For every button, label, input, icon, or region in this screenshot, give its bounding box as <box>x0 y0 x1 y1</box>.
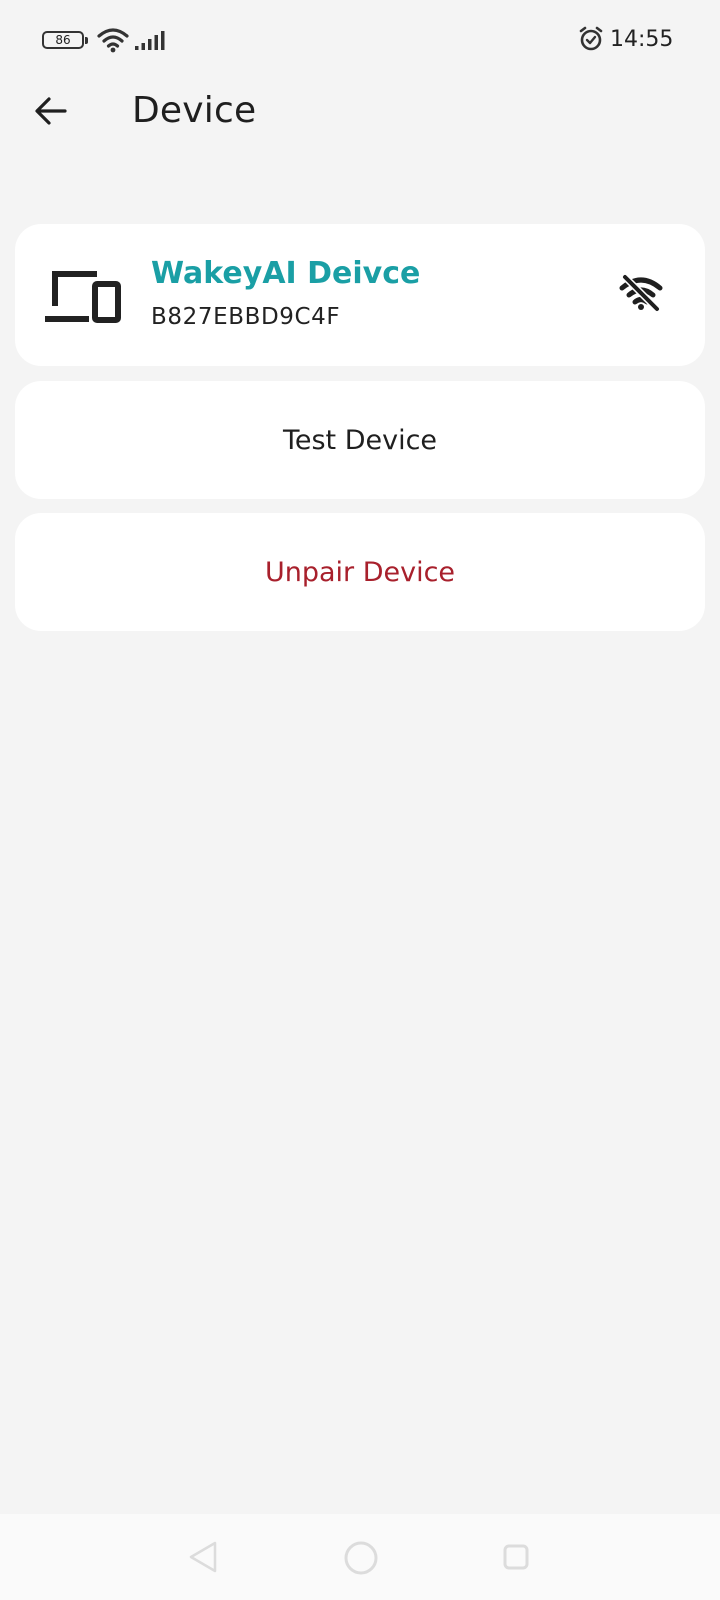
nav-back-icon[interactable] <box>188 1540 218 1574</box>
wifi-icon <box>97 28 129 53</box>
unpair-device-label: Unpair Device <box>264 556 456 588</box>
battery-level: 86 <box>55 33 71 47</box>
alarm-icon <box>579 26 603 51</box>
test-device-button[interactable]: Test Device <box>15 381 705 499</box>
nav-recents-icon[interactable] <box>503 1544 529 1570</box>
device-id: B827EBBD9C4F <box>151 304 341 330</box>
device-card: WakeyAI Deivce B827EBBD9C4F <box>15 224 705 366</box>
device-name: WakeyAI Deivce <box>151 256 421 291</box>
status-bar: 86 14:55 <box>0 0 720 84</box>
nav-home-icon[interactable] <box>343 1540 379 1576</box>
unpair-device-button[interactable]: Unpair Device <box>15 513 705 631</box>
back-button[interactable] <box>26 88 76 134</box>
page-title: Device <box>132 90 257 131</box>
status-time: 14:55 <box>610 27 674 52</box>
navigation-bar <box>0 1514 720 1600</box>
test-device-label: Test Device <box>282 424 438 456</box>
arrow-left-icon <box>35 97 67 125</box>
battery-icon: 86 <box>42 31 88 49</box>
wifi-off-icon[interactable] <box>618 272 664 312</box>
devices-icon <box>45 271 121 323</box>
signal-icon <box>135 31 165 50</box>
